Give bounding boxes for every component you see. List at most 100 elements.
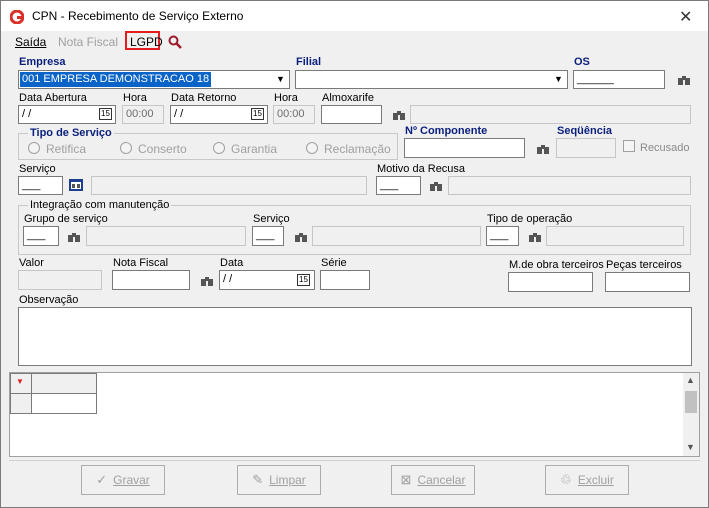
pecas-label: Peças terceiros (606, 259, 682, 271)
calendar-icon[interactable]: 15 (251, 108, 264, 120)
close-icon[interactable]: ✕ (679, 7, 692, 27)
window-title: CPN - Recebimento de Serviço Externo (32, 9, 244, 23)
servico-input[interactable]: ___ (18, 176, 63, 195)
recusado-checkbox[interactable]: Recusado (623, 140, 690, 154)
radio-retifica[interactable]: Retifica (28, 142, 86, 156)
binoculars-icon[interactable] (536, 143, 550, 155)
empresa-label: Empresa (19, 56, 66, 68)
cancel-icon: ⊠ (400, 472, 412, 487)
search-icon[interactable] (168, 35, 182, 49)
radio-conserto-circle (120, 142, 132, 154)
binoculars-icon[interactable] (677, 74, 691, 86)
pecas-input[interactable] (605, 272, 690, 292)
motivo-recusa-desc (448, 176, 691, 195)
grupo-servico-input[interactable]: ___ (23, 226, 59, 246)
almoxarife-name (410, 105, 691, 124)
almoxarife-label: Almoxarife (322, 92, 374, 104)
data-retorno-label: Data Retorno (171, 92, 237, 104)
radio-garantia-circle (213, 142, 225, 154)
binoculars-icon[interactable] (429, 180, 443, 192)
hora-abertura-label: Hora (123, 92, 147, 104)
checkmark-icon: ✓ (96, 472, 108, 487)
integracao-label: Integração com manutenção (28, 199, 172, 211)
serie-label: Série (321, 257, 347, 269)
calendar-icon[interactable]: 15 (297, 274, 310, 286)
menu-lgpd[interactable]: LGPD (130, 35, 163, 49)
motivo-recusa-input[interactable]: ___ (376, 176, 421, 195)
observacao-label: Observação (19, 294, 79, 306)
hora-abertura-input[interactable]: 00:00 (122, 105, 164, 124)
chevron-down-icon[interactable]: ▼ (551, 72, 566, 87)
grid-indicator-cell: ▼ (10, 373, 32, 394)
binoculars-icon[interactable] (200, 275, 214, 287)
menu-bar: Saída Nota Fiscal (1, 31, 708, 53)
cancelar-button[interactable]: ⊠ Cancelar (391, 465, 475, 495)
grupo-servico-desc (86, 226, 246, 246)
calendar-search-icon[interactable] (69, 179, 83, 191)
radio-garantia-label: Garantia (231, 142, 278, 156)
radio-reclamacao-circle (306, 142, 318, 154)
empresa-value: 001 EMPRESA DEMONSTRACAO 18 (20, 72, 212, 87)
os-label: OS (574, 56, 590, 68)
tipo-servico-label: Tipo de Serviço (28, 127, 114, 139)
radio-reclamacao-label: Reclamação (324, 142, 391, 156)
radio-retifica-label: Retifica (46, 142, 87, 156)
limpar-button[interactable]: ✎ Limpar (237, 465, 321, 495)
hora-retorno-input[interactable]: 00:00 (273, 105, 315, 124)
filial-select[interactable]: ▼ (295, 70, 568, 89)
sort-down-icon: ▼ (16, 377, 24, 386)
valor-label: Valor (19, 257, 44, 269)
filial-label: Filial (296, 56, 322, 68)
main-window: CPN - Recebimento de Serviço Externo ✕ S… (0, 0, 709, 508)
binoculars-icon[interactable] (294, 231, 308, 243)
radio-conserto-label: Conserto (138, 142, 187, 156)
serie-input[interactable] (320, 270, 370, 290)
valor-input[interactable] (18, 270, 102, 290)
items-grid[interactable]: ▼ ▲ ▼ (9, 372, 700, 457)
gravar-button[interactable]: ✓ Gravar (81, 465, 165, 495)
divider (9, 460, 700, 461)
componente-label: Nº Componente (405, 125, 488, 137)
os-input[interactable]: ______ (573, 70, 665, 89)
sequencia-label: Seqüência (557, 125, 613, 137)
trash-icon: ♲ (560, 472, 572, 487)
title-bar: CPN - Recebimento de Serviço Externo ✕ (1, 1, 708, 31)
servico-label: Serviço (19, 163, 56, 175)
excluir-button[interactable]: ♲ Excluir (545, 465, 629, 495)
radio-retifica-circle (28, 142, 40, 154)
radio-reclamacao[interactable]: Reclamação (306, 142, 391, 156)
hora-retorno-label: Hora (274, 92, 298, 104)
chevron-down-icon[interactable]: ▼ (273, 72, 288, 87)
menu-saida[interactable]: Saída (15, 35, 46, 49)
mao-obra-input[interactable] (508, 272, 593, 292)
grid-header-cell (31, 373, 97, 394)
observacao-textarea[interactable] (18, 307, 692, 366)
eraser-icon: ✎ (252, 472, 264, 487)
scroll-down-icon[interactable]: ▼ (686, 442, 695, 452)
sequencia-input[interactable] (556, 138, 616, 158)
gravar-label: Gravar (113, 473, 150, 487)
binoculars-icon[interactable] (528, 231, 542, 243)
binoculars-icon[interactable] (67, 231, 81, 243)
data-nf-label: Data (220, 257, 244, 269)
almoxarife-input[interactable] (321, 105, 382, 124)
scrollbar-thumb[interactable] (685, 391, 697, 413)
recusado-box (623, 140, 635, 152)
binoculars-icon[interactable] (392, 109, 406, 121)
tipo-operacao-input[interactable]: ___ (486, 226, 519, 246)
integ-servico-input[interactable]: ___ (252, 226, 284, 246)
grid-cell[interactable] (31, 393, 97, 414)
menu-saida-label: Saída (15, 35, 47, 49)
recusado-label: Recusado (640, 142, 690, 154)
radio-conserto[interactable]: Conserto (120, 142, 187, 156)
grid-scrollbar[interactable]: ▲ ▼ (683, 373, 699, 456)
integ-servico-label: Serviço (253, 213, 290, 225)
scroll-up-icon[interactable]: ▲ (686, 375, 695, 385)
nota-fiscal-input[interactable] (112, 270, 190, 290)
componente-input[interactable] (404, 138, 525, 158)
radio-garantia[interactable]: Garantia (213, 142, 277, 156)
empresa-select[interactable]: 001 EMPRESA DEMONSTRACAO 18 ▼ (18, 70, 290, 89)
tipo-operacao-desc (546, 226, 684, 246)
calendar-icon[interactable]: 15 (99, 108, 112, 120)
motivo-recusa-label: Motivo da Recusa (377, 163, 466, 175)
